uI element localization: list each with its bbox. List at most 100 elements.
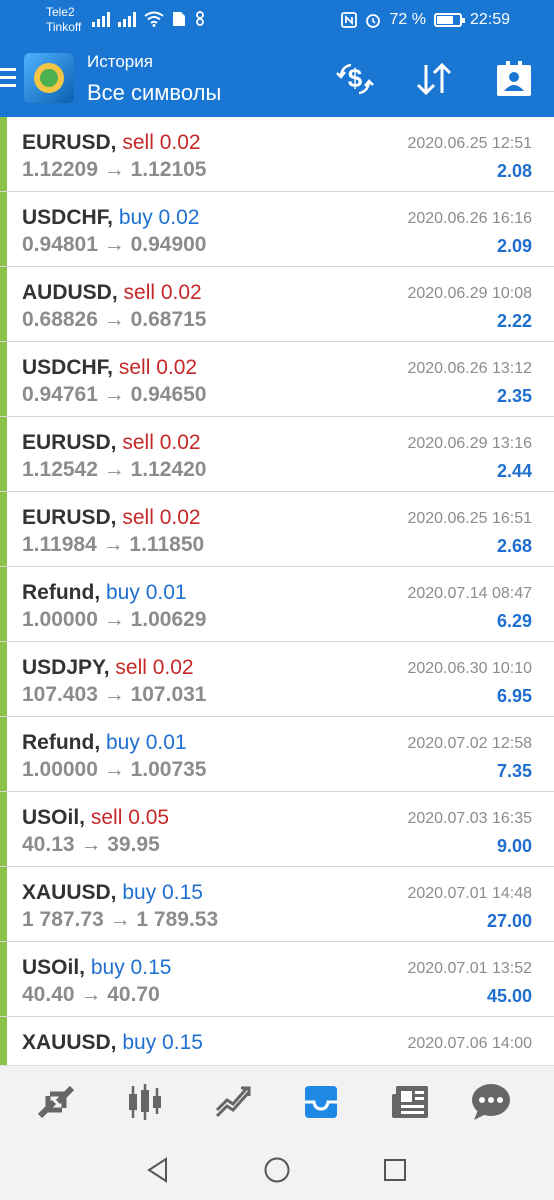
- trade-title: USDJPY, sell 0.02: [22, 656, 194, 680]
- system-navigation-bar: [0, 1137, 554, 1200]
- toolbar-title[interactable]: Все символы: [87, 80, 221, 106]
- nav-quotes[interactable]: [33, 1080, 79, 1124]
- carrier-1: Tele2: [46, 5, 75, 19]
- nav-chart[interactable]: [122, 1080, 168, 1124]
- bottom-navigation: [0, 1065, 554, 1137]
- trade-profit: 9.00: [496, 836, 532, 856]
- trade-row[interactable]: USDJPY, sell 0.02 107.403 → 107.031 2020.0…: [0, 642, 554, 717]
- signal-icon: [92, 11, 110, 27]
- trade-symbol: USDCHF,: [22, 356, 114, 379]
- trade-icon: [215, 1086, 251, 1118]
- nfc-icon: [341, 12, 358, 28]
- svg-text:$: $: [348, 63, 363, 93]
- signal-icon-2: [118, 11, 136, 27]
- trade-side-volume: sell 0.02: [118, 356, 198, 379]
- trade-datetime: 2020.07.01 14:48: [407, 885, 532, 902]
- sort-button[interactable]: [409, 56, 459, 102]
- trade-datetime: 2020.07.03 16:35: [407, 810, 532, 827]
- trade-row[interactable]: USDCHF, sell 0.02 0.94761 → 0.94650 2020.0…: [0, 342, 554, 417]
- trade-row[interactable]: AUDUSD, sell 0.02 0.68826 → 0.68715 2020.0…: [0, 267, 554, 342]
- trade-profit: 27.00: [486, 911, 532, 931]
- trade-title: AUDUSD, sell 0.02: [22, 281, 202, 305]
- trade-prices: 1.11984 → 1.11850: [22, 533, 205, 556]
- trade-row[interactable]: Refund, buy 0.01 1.00000 → 1.00735 2020.07…: [0, 717, 554, 792]
- trade-title: USOil, sell 0.05: [22, 806, 169, 830]
- trade-row[interactable]: USOil, buy 0.15 40.40 → 40.70 2020.07.01 1…: [0, 942, 554, 1017]
- trade-title: EURUSD, sell 0.02: [22, 431, 201, 455]
- trade-prices: 1.12542 → 1.12420: [22, 458, 207, 481]
- trade-row[interactable]: USDCHF, buy 0.02 0.94801 → 0.94900 2020.06…: [0, 192, 554, 267]
- nav-news[interactable]: [387, 1080, 433, 1124]
- trade-row[interactable]: XAUUSD, buy 0.15 1 787.73 → 1 789.53 2020.…: [0, 867, 554, 942]
- trade-symbol: USDCHF,: [22, 206, 114, 229]
- report-icon: [497, 61, 531, 96]
- trade-history-list[interactable]: EURUSD, sell 0.02 1.12209 → 1.12105 2020.0…: [0, 117, 554, 1065]
- recents-button[interactable]: [380, 1155, 410, 1185]
- home-button[interactable]: [262, 1155, 292, 1185]
- trade-prices: 1.00000 → 1.00629: [22, 608, 207, 631]
- alarm-icon: [366, 14, 381, 28]
- trade-title: XAUUSD, buy 0.15: [22, 881, 203, 905]
- trade-title: USDCHF, sell 0.02: [22, 356, 197, 380]
- trade-row-indicator: [0, 792, 7, 866]
- trade-symbol: USDJPY,: [22, 656, 110, 679]
- trade-side-volume: buy 0.15: [122, 881, 203, 904]
- trade-row-indicator: [0, 717, 7, 791]
- trade-symbol: Refund,: [22, 581, 101, 604]
- trade-row[interactable]: XAUUSD, buy 0.15 2020.07.06 14:00: [0, 1017, 554, 1065]
- trade-side-volume: buy 0.15: [90, 956, 172, 979]
- trade-profit: 2.44: [496, 461, 532, 481]
- trade-symbol: XAUUSD,: [22, 881, 117, 904]
- sim-card-icon: [173, 12, 185, 26]
- trade-symbol: XAUUSD,: [22, 1031, 117, 1054]
- trade-datetime: 2020.06.29 13:16: [407, 435, 532, 452]
- trade-row-indicator: [0, 867, 7, 941]
- trade-title: XAUUSD, buy 0.15: [22, 1031, 203, 1055]
- trade-side-volume: sell 0.02: [122, 431, 201, 454]
- chat-icon: [472, 1084, 510, 1120]
- trade-profit: 2.08: [496, 161, 532, 181]
- trade-datetime: 2020.06.26 16:16: [407, 210, 532, 227]
- trade-title: Refund, buy 0.01: [22, 731, 187, 755]
- trade-side-volume: buy 0.15: [122, 1031, 203, 1054]
- trade-datetime: 2020.06.25 12:51: [407, 135, 532, 152]
- trade-title: EURUSD, sell 0.02: [22, 506, 201, 530]
- trade-prices: 1 787.73 → 1 789.53: [22, 908, 219, 931]
- trade-side-volume: buy 0.01: [106, 731, 187, 754]
- trade-prices: 40.40 → 40.70: [22, 983, 160, 1006]
- currency-exchange-button[interactable]: $: [330, 56, 380, 102]
- report-button[interactable]: [489, 56, 539, 102]
- trade-datetime: 2020.07.01 13:52: [407, 960, 532, 977]
- nav-trade[interactable]: [210, 1080, 256, 1124]
- trade-profit: 6.95: [496, 686, 532, 706]
- back-button[interactable]: [143, 1155, 173, 1185]
- trade-row-indicator: [0, 642, 7, 716]
- trade-side-volume: sell 0.05: [90, 806, 170, 829]
- trade-row-indicator: [0, 942, 7, 1016]
- recents-icon: [384, 1159, 406, 1181]
- trade-row[interactable]: EURUSD, sell 0.02 1.12209 → 1.12105 2020.0…: [0, 117, 554, 192]
- trade-profit: 6.29: [496, 611, 532, 631]
- trade-row[interactable]: Refund, buy 0.01 1.00000 → 1.00629 2020.07…: [0, 567, 554, 642]
- history-icon: [305, 1086, 337, 1118]
- trade-prices: 107.403 → 107.031: [22, 683, 207, 706]
- trade-side-volume: sell 0.02: [123, 281, 202, 304]
- nav-history[interactable]: [298, 1080, 344, 1124]
- trade-prices: 0.94761 → 0.94650: [22, 383, 207, 406]
- trade-symbol: USOil,: [22, 956, 86, 979]
- trade-row[interactable]: USOil, sell 0.05 40.13 → 39.95 2020.07.03 …: [0, 792, 554, 867]
- trade-row[interactable]: EURUSD, sell 0.02 1.11984 → 1.11850 2020.0…: [0, 492, 554, 567]
- home-icon: [264, 1157, 290, 1183]
- nav-chat[interactable]: [468, 1080, 514, 1124]
- trade-profit: 2.68: [496, 536, 532, 556]
- trade-datetime: 2020.06.26 13:12: [407, 360, 532, 377]
- carrier-2: Tinkoff: [46, 20, 82, 34]
- trade-datetime: 2020.07.06 14:00: [407, 1035, 532, 1052]
- trade-row-indicator: [0, 417, 7, 491]
- trade-title: Refund, buy 0.01: [22, 581, 187, 605]
- battery-level: [436, 16, 453, 24]
- trade-row[interactable]: EURUSD, sell 0.02 1.12542 → 1.12420 2020.0…: [0, 417, 554, 492]
- trade-title: EURUSD, sell 0.02: [22, 131, 201, 155]
- menu-icon[interactable]: [0, 68, 16, 90]
- trade-profit: 2.22: [496, 311, 532, 331]
